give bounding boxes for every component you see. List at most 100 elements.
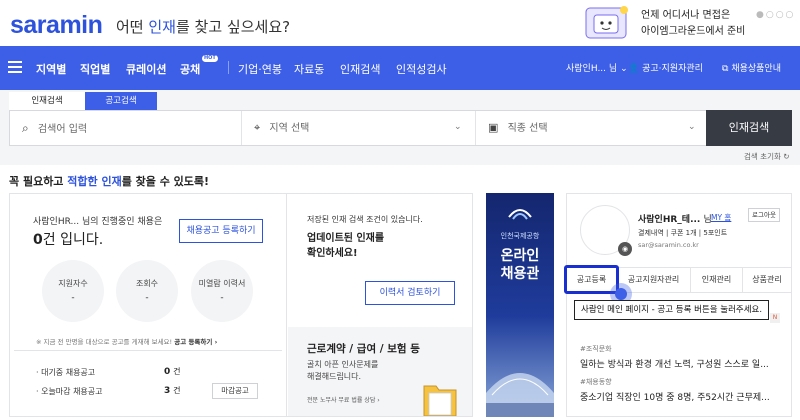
region-placeholder: 지역 선택 bbox=[269, 123, 310, 134]
nav-product-manage[interactable]: ⧉ 채용상품안내 bbox=[722, 61, 781, 74]
recruit-count-suffix: 건 입니다. bbox=[42, 232, 104, 248]
nav-item-job[interactable]: 직업별 bbox=[80, 61, 110, 77]
news-title-2[interactable]: 중소기업 직장인 10명 중 8명, 주52시간 근무제... bbox=[580, 390, 770, 403]
news-tag-1[interactable]: #조직문화 bbox=[580, 344, 612, 354]
promo-line-2: 아이엠그라운드에서 준비 bbox=[641, 26, 746, 37]
keyword-input[interactable]: ⌕ 검색어 입력 bbox=[22, 111, 244, 145]
search-reset-label: 검색 초기화 bbox=[744, 152, 781, 161]
news-tag-2[interactable]: #채용동향 bbox=[580, 377, 612, 387]
waiting-count: 0 bbox=[164, 367, 171, 377]
labor-desc-2: 해결해드립니다. bbox=[307, 372, 362, 381]
folder-icon bbox=[423, 385, 457, 416]
waiting-posts-count[interactable]: 0 건 bbox=[164, 366, 181, 377]
region-select[interactable]: ⌖ 지역 선택 bbox=[254, 111, 474, 145]
saved-search-line: 저장된 인재 검색 조건이 있습니다. bbox=[307, 215, 423, 224]
tab-talent-manage[interactable]: 인재관리 bbox=[691, 268, 743, 292]
location-pin-icon: ⌖ bbox=[254, 121, 261, 134]
stat-applicants[interactable]: 지원자수 - bbox=[42, 260, 104, 322]
job-select[interactable]: ▣ 직종 선택 bbox=[488, 111, 688, 145]
stat-value: - bbox=[220, 293, 224, 303]
hot-badge: HOT bbox=[202, 55, 218, 62]
nav-item-curation[interactable]: 큐레이션 bbox=[126, 61, 166, 77]
banner-line-1: 온라인 bbox=[500, 248, 540, 264]
register-notice: ※ 지금 전 만명을 대상으로 공고를 게재해 보세요! 공고 등록하기 › bbox=[36, 336, 217, 346]
stat-value: - bbox=[145, 293, 149, 303]
talent-search-button[interactable]: 인재검색 bbox=[706, 110, 792, 146]
nav-item-resources[interactable]: 자료동 bbox=[294, 61, 324, 77]
page-headline: 꼭 필요하고 적합한 인재를 찾을 수 있도록! bbox=[9, 173, 209, 189]
my-home-link[interactable]: MY 홈 bbox=[711, 212, 731, 223]
labor-title: 근로계약 / 급여 / 보험 등 bbox=[307, 343, 420, 355]
top-header: saramin 어떤 인재를 찾고 싶으세요? 언제 어디서나 면접은 아이엠그… bbox=[0, 0, 800, 46]
slogan-highlight: 인재 bbox=[148, 18, 176, 36]
logout-button[interactable]: 로그아웃 bbox=[748, 208, 780, 222]
stat-label: 조회수 bbox=[135, 279, 159, 288]
profile-email: sar@saramin.co.kr bbox=[638, 241, 699, 249]
register-job-post-button[interactable]: 채용공고 등록하기 bbox=[179, 219, 263, 243]
saramin-logo[interactable]: saramin bbox=[10, 11, 103, 40]
profile-info[interactable]: 결제내역 | 쿠폰 1개 | 5포인트 bbox=[638, 228, 727, 238]
notice-link[interactable]: 공고 등록하기 › bbox=[174, 338, 217, 346]
recruit-greeting: 사람인HR... 님의 진행중인 채용은 bbox=[33, 217, 163, 227]
stat-label: 지원자수 bbox=[58, 279, 88, 288]
search-bar: ⌕ 검색어 입력 ⌖ 지역 선택 ⌄ ▣ 직종 선택 ⌄ bbox=[9, 110, 791, 146]
stat-unread-resumes[interactable]: 미열람 이력서 - bbox=[191, 260, 253, 322]
recruit-count: 0 bbox=[33, 232, 43, 248]
headline-post: 를 찾을 수 있도록! bbox=[121, 175, 210, 188]
user-menu[interactable]: 사람인H... 님 ⌄ bbox=[566, 61, 628, 74]
nav-apply-manage[interactable]: 👤 공고·지원자관리 bbox=[628, 61, 703, 74]
nav-item-aptitude-test[interactable]: 인적성검사 bbox=[396, 61, 447, 77]
menu-icon[interactable] bbox=[8, 61, 22, 73]
stat-value: - bbox=[71, 293, 75, 303]
promo-pagination-dots[interactable]: ●○○○ bbox=[756, 10, 795, 20]
person-icon: 👤 bbox=[628, 64, 640, 74]
closing-today-count[interactable]: 3 건 bbox=[164, 385, 181, 396]
chevron-down-icon[interactable]: ⌄ bbox=[454, 122, 462, 132]
waiting-unit: 건 bbox=[173, 367, 181, 376]
bag-icon: ⧉ bbox=[722, 64, 729, 74]
profile-name-line: 사람인HR_테... 님 bbox=[638, 212, 712, 225]
closed-posts-button[interactable]: 마감공고 bbox=[212, 383, 258, 399]
promo-illustration-icon[interactable] bbox=[580, 4, 636, 44]
notice-text: ※ 지금 전 만명을 대상으로 공고를 게재해 보세요! bbox=[36, 338, 173, 346]
stat-views[interactable]: 조회수 - bbox=[116, 260, 178, 322]
search-divider bbox=[475, 111, 476, 145]
labor-link[interactable]: 전문 노무사 무료 법률 상담 › bbox=[307, 395, 380, 404]
nav-item-talent-search[interactable]: 인재검색 bbox=[340, 61, 380, 77]
camera-icon[interactable]: ◉ bbox=[618, 242, 632, 256]
instruction-tooltip: 사람인 메인 페이지 - 공고 등록 버튼을 눌러주세요. bbox=[574, 300, 770, 320]
nav-item-public-recruit[interactable]: 공채 bbox=[180, 61, 200, 77]
airport-building-illustration bbox=[486, 373, 554, 417]
search-reset[interactable]: 검색 초기화 ↻ bbox=[744, 151, 790, 162]
header-slogan: 어떤 인재를 찾고 싶으세요? bbox=[116, 16, 290, 37]
slogan-post: 를 찾고 싶으세요? bbox=[175, 18, 291, 36]
nav-item-region[interactable]: 지역별 bbox=[36, 61, 66, 77]
tab-product-manage[interactable]: 상품관리 bbox=[743, 268, 791, 292]
banner-line-2: 채용관 bbox=[500, 266, 540, 282]
nav-item-company-salary[interactable]: 기업·연봉 bbox=[238, 61, 282, 77]
promo-text[interactable]: 언제 어디서나 면접은 아이엠그라운드에서 준비 bbox=[641, 8, 745, 40]
closing-unit: 건 bbox=[173, 386, 181, 395]
closing-count: 3 bbox=[164, 386, 171, 396]
profile-name: 사람인HR_테... bbox=[638, 215, 701, 225]
tab-job-post-search[interactable]: 공고검색 bbox=[85, 92, 157, 110]
incheon-airport-banner[interactable]: 인천국제공항 온라인 채용관 bbox=[486, 193, 554, 417]
chevron-down-icon[interactable]: ⌄ bbox=[688, 122, 696, 132]
keyword-placeholder: 검색어 입력 bbox=[37, 124, 88, 135]
news-badge-icon: N bbox=[770, 313, 780, 323]
banner-org: 인천국제공항 bbox=[500, 232, 540, 240]
nav-divider bbox=[228, 61, 229, 74]
tab-talent-search[interactable]: 인재검색 bbox=[9, 92, 85, 110]
recruit-count-line: 0건 입니다. bbox=[33, 229, 103, 249]
user-suffix: 님 bbox=[608, 64, 618, 74]
refresh-icon: ↻ bbox=[783, 152, 790, 161]
news-title-1[interactable]: 일하는 방식과 환경 개선 노력, 구성원 스스로 일... bbox=[580, 357, 769, 370]
product-manage-label: 채용상품안내 bbox=[731, 64, 781, 74]
review-resumes-button[interactable]: 이력서 검토하기 bbox=[365, 281, 455, 305]
labor-desc-1: 골치 아픈 인사문제를 bbox=[307, 360, 379, 369]
airport-logo-icon bbox=[508, 209, 532, 220]
waiting-posts-label: · 대기중 채용공고 bbox=[36, 368, 96, 377]
apply-manage-label: 공고·지원자관리 bbox=[642, 64, 703, 74]
saved-search-bold-2: 확인하세요! bbox=[307, 248, 358, 259]
job-placeholder: 직종 선택 bbox=[507, 123, 548, 134]
